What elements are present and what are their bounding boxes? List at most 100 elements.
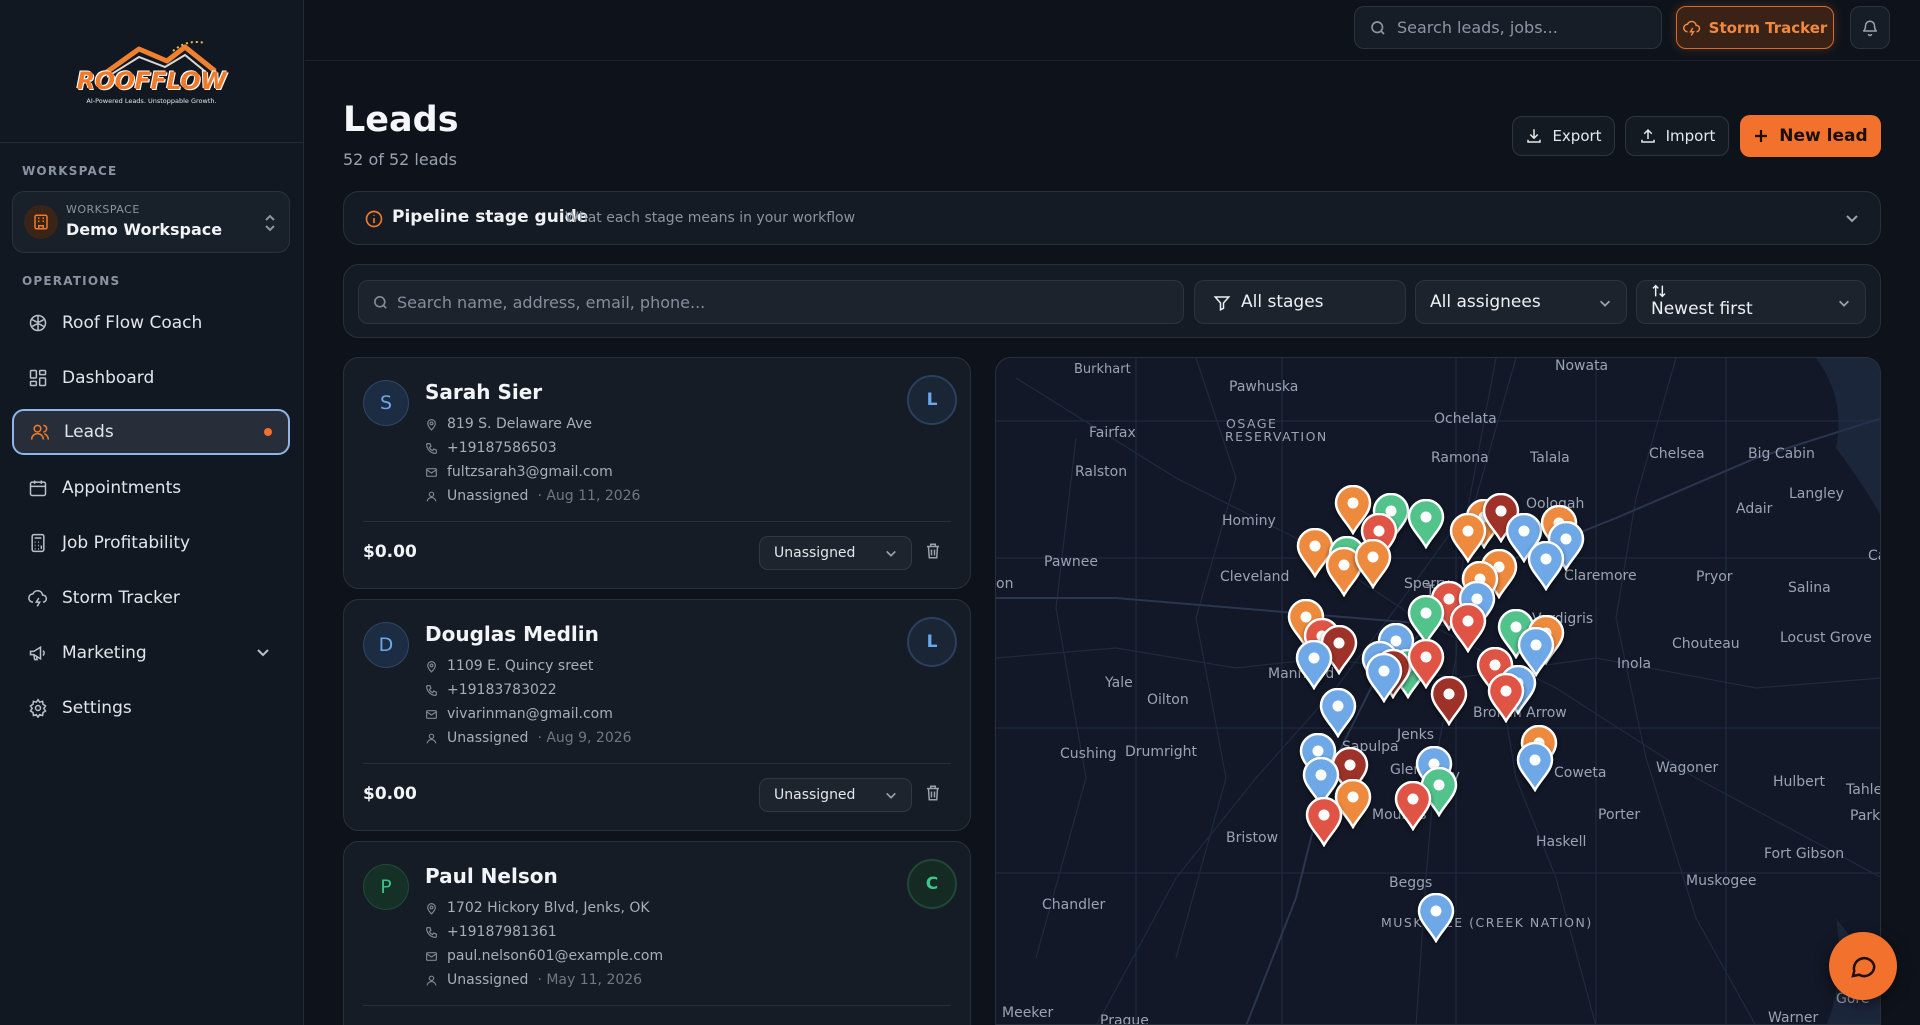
stage-badge[interactable]: C: [907, 859, 957, 909]
map-pin-marker[interactable]: [1354, 539, 1392, 589]
map-place-label: Burkhart: [1074, 362, 1131, 377]
sidebar-item-label: Appointments: [62, 478, 182, 498]
map-place-label: Beggs: [1389, 875, 1433, 891]
notifications-button[interactable]: [1850, 6, 1890, 49]
map-place-label: Ca: [1868, 548, 1880, 564]
lead-name[interactable]: Douglas Medlin: [425, 622, 599, 646]
lead-assignee-row: Unassigned · Aug 9, 2026: [425, 730, 632, 746]
global-search-input[interactable]: [1397, 7, 1647, 48]
lead-assignee-row: Unassigned · May 11, 2026: [425, 972, 642, 988]
map-place-label: Drumright: [1125, 744, 1197, 760]
sidebar-item-dashboard[interactable]: Dashboard: [12, 355, 290, 401]
lead-card[interactable]: P Paul Nelson 1702 Hickory Blvd, Jenks, …: [343, 841, 971, 1025]
import-button-label: Import: [1665, 127, 1716, 145]
lead-card[interactable]: S Sarah Sier 819 S. Delaware Ave +191875…: [343, 357, 971, 589]
stage-badge[interactable]: L: [907, 617, 957, 667]
assign-select[interactable]: Unassigned: [759, 778, 912, 812]
storm-tracker-button-label: Storm Tracker: [1708, 18, 1828, 37]
mail-icon: [426, 951, 437, 961]
user-icon: [426, 733, 437, 743]
plus-icon: [1755, 130, 1768, 142]
sidebar-item-label: Dashboard: [62, 368, 155, 388]
leads-map[interactable]: Burkhart Pawhuska Nowata Osage Reservation Oc…: [995, 357, 1881, 1025]
sidebar-item-storm-tracker[interactable]: Storm Tracker: [12, 575, 290, 621]
lead-count: 52 of 52 leads: [343, 150, 457, 169]
new-lead-button[interactable]: New lead: [1740, 115, 1881, 157]
chevron-down-icon: [886, 550, 896, 557]
map-place-label: Pawnee: [1044, 554, 1098, 570]
map-pin-marker[interactable]: [1295, 640, 1333, 690]
chevron-down-icon: [886, 792, 896, 799]
map-place-label: Wagoner: [1656, 760, 1719, 776]
assign-select[interactable]: Unassigned: [759, 536, 912, 570]
brain-icon: [28, 313, 48, 333]
sidebar-item-job-profitability[interactable]: Job Profitability: [12, 520, 290, 566]
logo-wordmark: ROOFFLOW: [76, 67, 227, 95]
trash-icon[interactable]: [924, 542, 942, 560]
map-place-label: Salina: [1788, 580, 1831, 596]
map-pin-marker[interactable]: [1365, 653, 1403, 703]
sidebar-item-appointments[interactable]: Appointments: [12, 465, 290, 511]
bell-icon: [1862, 20, 1878, 36]
calendar-icon: [28, 478, 48, 498]
map-pin-marker[interactable]: [1305, 797, 1343, 847]
workspace-section-label: WORKSPACE: [22, 164, 118, 178]
map-place-label: Hulbert: [1773, 774, 1826, 790]
cloud-lightning-icon: [1682, 20, 1700, 36]
trash-icon[interactable]: [924, 784, 942, 802]
stage-filter[interactable]: All stages: [1194, 280, 1406, 324]
sidebar-item-label: Storm Tracker: [62, 588, 180, 608]
map-pin-marker[interactable]: [1394, 781, 1432, 831]
lead-phone: +19187586503: [447, 440, 557, 456]
sidebar-item-settings[interactable]: Settings: [12, 685, 290, 731]
pipeline-stage-guide[interactable]: Pipeline stage guide What each stage mea…: [343, 191, 1881, 245]
sidebar-item-label: Leads: [64, 422, 114, 442]
sidebar-item-marketing[interactable]: Marketing: [12, 630, 290, 676]
lead-name[interactable]: Sarah Sier: [425, 380, 542, 404]
map-pin-marker[interactable]: [1319, 688, 1357, 738]
workspace-switcher[interactable]: WORKSPACE Demo Workspace: [12, 191, 290, 253]
map-pin-marker[interactable]: [1527, 541, 1565, 591]
lead-amount: $0.00: [363, 542, 417, 562]
logo-area: ROOFFLOW AI-Powered Leads. Unstoppable G…: [0, 0, 303, 143]
lead-card[interactable]: D Douglas Medlin 1109 E. Quincy sreet +1…: [343, 599, 971, 831]
logo-tagline: AI-Powered Leads. Unstoppable Growth.: [86, 97, 217, 105]
phone-icon: [426, 926, 437, 938]
workspace-name: Demo Workspace: [66, 220, 223, 239]
lead-search[interactable]: [358, 280, 1184, 324]
assignee-filter[interactable]: All assignees: [1415, 280, 1627, 324]
avatar: D: [363, 622, 409, 668]
lead-phone-row: +19187586503: [425, 440, 557, 456]
sidebar-item-leads[interactable]: Leads: [12, 409, 290, 455]
sort-select[interactable]: Newest first: [1636, 280, 1866, 324]
storm-tracker-button[interactable]: Storm Tracker: [1676, 6, 1834, 49]
guide-title: Pipeline stage guide: [392, 207, 589, 227]
divider: [363, 521, 951, 522]
lead-address: 1109 E. Quincy sreet: [447, 658, 594, 674]
lead-search-input[interactable]: [397, 281, 1167, 323]
lead-date: · Aug 9, 2026: [537, 730, 632, 746]
map-pin-marker[interactable]: [1487, 673, 1525, 723]
stage-badge[interactable]: L: [907, 375, 957, 425]
map-pin-marker[interactable]: [1417, 893, 1455, 943]
map-place-label: Hominy: [1222, 513, 1276, 529]
map-place-label: Ramona: [1431, 450, 1489, 466]
chat-launcher-button[interactable]: [1829, 932, 1897, 1000]
lead-assignee: Unassigned: [447, 972, 529, 988]
import-button[interactable]: Import: [1625, 116, 1729, 156]
lead-email-row: fultzsarah3@gmail.com: [425, 464, 613, 480]
lead-name[interactable]: Paul Nelson: [425, 864, 558, 888]
map-pin-marker[interactable]: [1449, 603, 1487, 653]
global-search[interactable]: [1354, 6, 1662, 49]
map-pin-marker[interactable]: [1430, 676, 1468, 726]
assign-select-value: Unassigned: [774, 787, 856, 803]
map-place-label: Coweta: [1554, 765, 1607, 781]
guide-description: What each stage means in your workflow: [565, 210, 856, 226]
map-pin-marker[interactable]: [1407, 499, 1445, 549]
map-pin-marker[interactable]: [1516, 742, 1554, 792]
sidebar-item-roof-flow-coach[interactable]: Roof Flow Coach: [12, 300, 290, 346]
map-pin-icon: [427, 660, 436, 673]
gear-icon: [28, 698, 48, 718]
roofflow-logo[interactable]: ROOFFLOW AI-Powered Leads. Unstoppable G…: [77, 31, 227, 111]
export-button[interactable]: Export: [1512, 116, 1615, 156]
